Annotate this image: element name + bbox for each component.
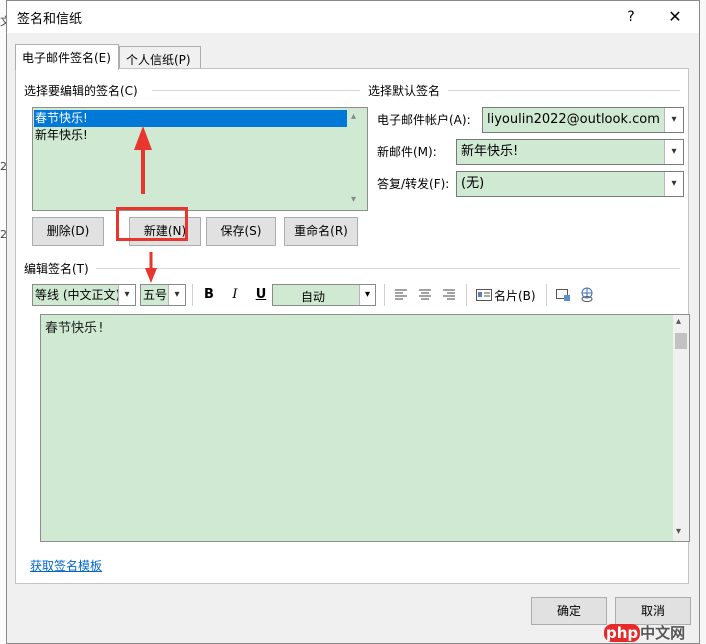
watermark-site: 中文网 bbox=[640, 624, 686, 642]
annotation-overlay bbox=[134, 126, 157, 283]
tab-email-signature[interactable]: 电子邮件签名(E) bbox=[15, 44, 119, 70]
annotation-arrow-up bbox=[134, 126, 152, 194]
annotation-arrow-down bbox=[145, 252, 157, 283]
annotation-highlight-box bbox=[116, 207, 188, 241]
site-watermark: php 中文网 bbox=[604, 622, 685, 643]
watermark-brand: php bbox=[604, 624, 641, 642]
